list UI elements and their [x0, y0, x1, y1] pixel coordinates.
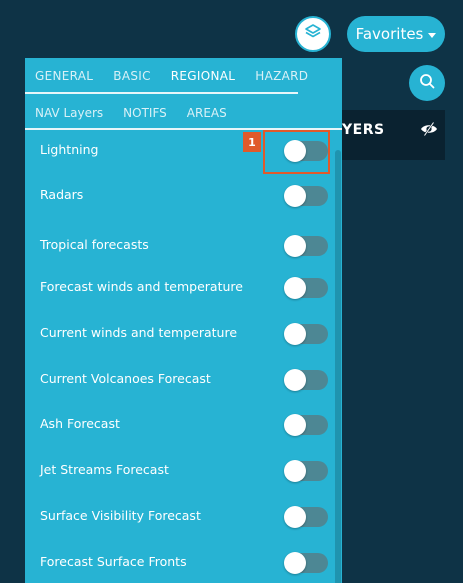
- tab-nav-layers[interactable]: NAV Layers: [25, 95, 113, 131]
- hide-eye-icon[interactable]: [420, 121, 438, 141]
- search-button[interactable]: [409, 65, 445, 101]
- ash-forecast-toggle[interactable]: [284, 414, 328, 436]
- favorites-button[interactable]: Favorites: [347, 16, 445, 52]
- radars-toggle[interactable]: [284, 185, 328, 207]
- layer-label: Current winds and temperature: [40, 325, 238, 340]
- layer-row-radars: Radars: [25, 176, 335, 216]
- toggle-knob: [284, 323, 306, 345]
- toggle-knob: [284, 414, 306, 436]
- tab-regional[interactable]: REGIONAL: [161, 58, 245, 94]
- tabs-divider: [25, 92, 298, 94]
- search-icon: [419, 73, 435, 93]
- toggle-knob: [284, 552, 306, 574]
- tab-notifs[interactable]: NOTIFS: [113, 95, 177, 131]
- current-winds-toggle[interactable]: [284, 323, 328, 345]
- layer-label: Current Volcanoes Forecast: [40, 371, 211, 386]
- favorites-label: Favorites: [355, 25, 424, 43]
- tabs-row-secondary: NAV Layers NOTIFS AREAS: [25, 95, 342, 131]
- layers-header-panel: YERS: [342, 110, 445, 160]
- annotation-badge: 1: [243, 132, 261, 152]
- layer-row-forecast-winds: Forecast winds and temperature: [25, 268, 335, 308]
- toggle-knob: [284, 369, 306, 391]
- layer-label: Jet Streams Forecast: [40, 462, 169, 477]
- layer-label: Lightning: [40, 142, 99, 157]
- jet-streams-toggle[interactable]: [284, 460, 328, 482]
- tab-basic[interactable]: BASIC: [103, 58, 160, 94]
- layer-row-surface-visibility: Surface Visibility Forecast: [25, 497, 335, 537]
- toggle-knob: [284, 506, 306, 528]
- layers-header-title: YERS: [342, 122, 385, 138]
- layers-button[interactable]: [295, 16, 331, 52]
- layer-label: Radars: [40, 187, 84, 202]
- toggle-knob: [284, 277, 306, 299]
- toggle-knob: [284, 185, 306, 207]
- current-volcanoes-toggle[interactable]: [284, 369, 328, 391]
- layer-row-tropical-forecasts: Tropical forecasts: [25, 226, 335, 266]
- surface-visibility-toggle[interactable]: [284, 506, 328, 528]
- forecast-winds-toggle[interactable]: [284, 277, 328, 299]
- caret-down-icon: [428, 32, 437, 38]
- panel-scrollbar[interactable]: [335, 150, 341, 583]
- layers-icon: [304, 23, 322, 45]
- layer-label: Surface Visibility Forecast: [40, 508, 201, 523]
- tab-areas[interactable]: AREAS: [177, 95, 237, 131]
- layer-label: Tropical forecasts: [40, 237, 149, 252]
- layer-label: Forecast Surface Fronts: [40, 554, 187, 569]
- tropical-forecasts-toggle[interactable]: [284, 235, 328, 257]
- layer-label: Forecast winds and temperature: [40, 279, 243, 294]
- layer-row-current-volcanoes: Current Volcanoes Forecast: [25, 360, 335, 400]
- layer-row-surface-fronts: Forecast Surface Fronts: [25, 543, 335, 583]
- toggle-knob: [284, 460, 306, 482]
- annotation-highlight-box: [263, 130, 330, 174]
- tab-general[interactable]: GENERAL: [25, 58, 103, 94]
- tab-hazard[interactable]: HAZARD: [245, 58, 318, 94]
- layer-row-ash-forecast: Ash Forecast: [25, 405, 335, 445]
- layer-row-current-winds: Current winds and temperature: [25, 314, 335, 354]
- layer-label: Ash Forecast: [40, 416, 120, 431]
- surface-fronts-toggle[interactable]: [284, 552, 328, 574]
- layer-row-jet-streams: Jet Streams Forecast: [25, 451, 335, 491]
- tabs-row-primary: GENERAL BASIC REGIONAL HAZARD: [25, 58, 342, 94]
- toggle-knob: [284, 235, 306, 257]
